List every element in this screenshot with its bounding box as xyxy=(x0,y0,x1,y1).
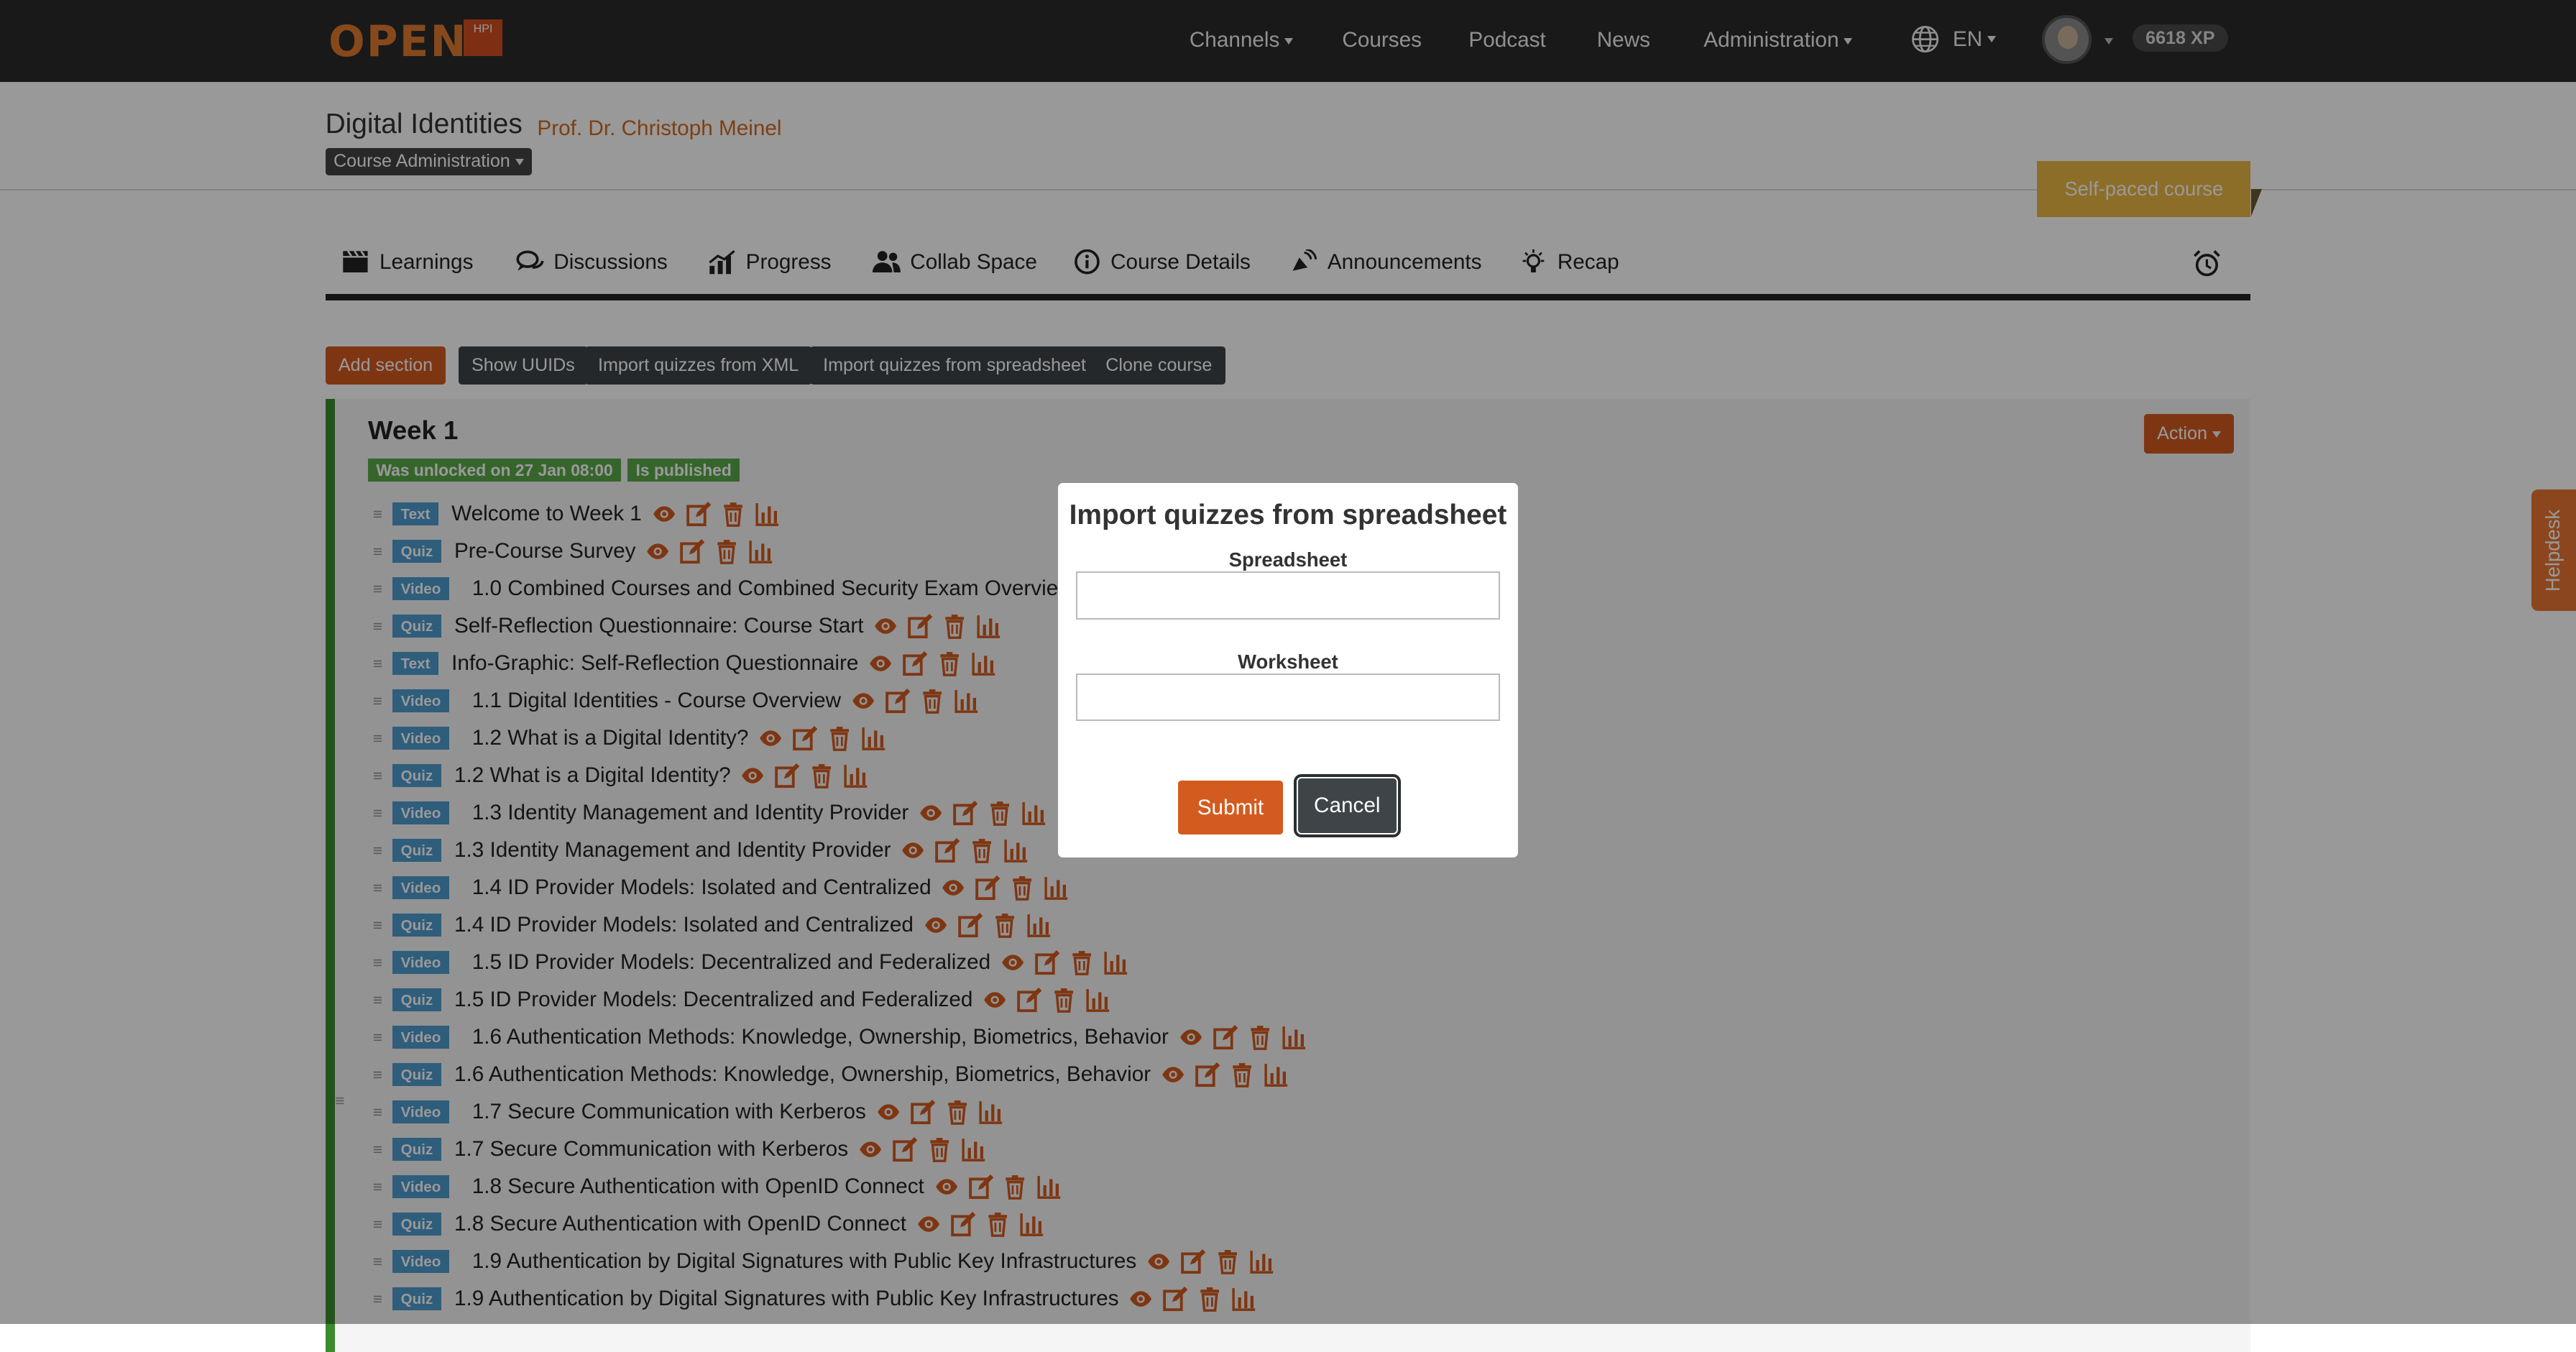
cancel-button[interactable]: Cancel xyxy=(1293,774,1402,838)
import-quizzes-modal: Import quizzes from spreadsheet Spreadsh… xyxy=(1057,482,1518,858)
modal-title: Import quizzes from spreadsheet xyxy=(1069,499,1507,530)
worksheet-label: Worksheet xyxy=(1238,650,1338,673)
spreadsheet-label: Spreadsheet xyxy=(1228,548,1348,571)
worksheet-input[interactable] xyxy=(1076,673,1500,722)
submit-button[interactable]: Submit xyxy=(1177,780,1284,835)
spreadsheet-input[interactable] xyxy=(1076,571,1500,620)
